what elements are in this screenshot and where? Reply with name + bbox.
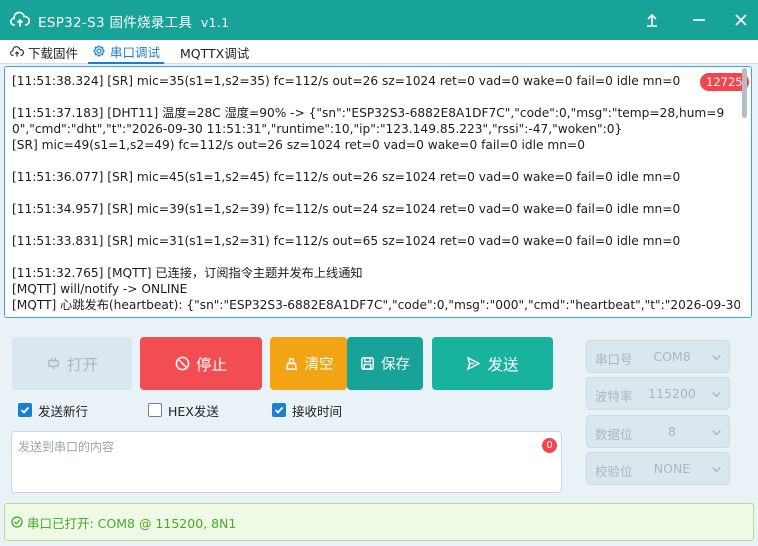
- tab-bar: 下载固件 串口调试 MQTTX调试: [0, 40, 758, 64]
- log-line: [11:51:36.077] [SR] mic=45(s1=1,s2=45) f…: [12, 170, 681, 184]
- title-bar: ESP32-S3 固件烧录工具 v1.1: [0, 0, 758, 40]
- data-bits-select[interactable]: 数据位 8: [586, 415, 730, 448]
- cloud-upload-icon: [10, 11, 30, 27]
- baud-value: 115200: [648, 386, 696, 401]
- app-version: v1.1: [200, 15, 230, 30]
- ban-icon: [175, 356, 190, 371]
- data-bits-label: 数据位: [595, 427, 633, 442]
- baud-label: 波特率: [595, 389, 633, 404]
- pin-top-button[interactable]: [638, 6, 666, 34]
- send-newline-label: 发送新行: [38, 403, 89, 419]
- send-label: 发送: [487, 355, 519, 374]
- tab-label: 下载固件: [28, 45, 79, 61]
- save-label: 保存: [381, 357, 410, 373]
- port-label: 串口号: [595, 352, 633, 367]
- send-button[interactable]: 发送: [432, 337, 553, 390]
- broom-icon: [285, 358, 297, 370]
- hex-send-label: HEX发送: [168, 403, 219, 419]
- save-icon: [361, 357, 374, 370]
- log-lines: [11:51:38.324] [SR] mic=35(s1=1,s2=35) f…: [12, 73, 740, 313]
- checkbox-unchecked-icon: [148, 403, 162, 417]
- checkbox-checked-icon: [18, 403, 32, 417]
- send-input-placeholder: 发送到串口的内容: [18, 440, 115, 454]
- parity-value: NONE: [653, 461, 691, 476]
- baud-rate-select[interactable]: 波特率 115200: [586, 377, 730, 410]
- log-line: [11:51:33.831] [SR] mic=31(s1=1,s2=31) f…: [12, 234, 681, 248]
- save-button[interactable]: 保存: [347, 337, 423, 390]
- log-line: [11:51:32.765] [MQTT] 已连接，订阅指令主题并发布上线通知: [12, 266, 363, 280]
- chevron-down-icon: [712, 430, 721, 436]
- send-count-badge: 0: [542, 438, 557, 453]
- data-bits-value: 8: [668, 424, 676, 439]
- port-select[interactable]: 串口号 COM8: [586, 340, 730, 373]
- open-label: 打开: [66, 355, 98, 374]
- serial-log[interactable]: [11:51:38.324] [SR] mic=35(s1=1,s2=35) f…: [4, 66, 752, 318]
- arrow-up-icon: [647, 13, 657, 27]
- tab-mqttx-debug[interactable]: MQTTX调试: [180, 40, 249, 64]
- log-line: [MQTT] 心跳发布(heartbeat): {"sn":"ESP32S3-6…: [12, 298, 740, 312]
- hex-send-checkbox[interactable]: HEX发送: [148, 401, 219, 419]
- send-icon: [467, 356, 482, 371]
- tab-label: 串口调试: [110, 44, 161, 60]
- tab-serial-debug[interactable]: 串口调试: [88, 40, 165, 64]
- gear-icon: [93, 45, 105, 57]
- receive-time-label: 接收时间: [292, 403, 343, 419]
- clear-button[interactable]: 清空: [270, 337, 347, 390]
- log-scrollbar[interactable]: [742, 68, 747, 118]
- close-icon: [735, 14, 747, 26]
- tab-label: MQTTX调试: [180, 45, 250, 61]
- port-value: COM8: [653, 349, 691, 364]
- send-newline-checkbox[interactable]: 发送新行: [18, 401, 88, 419]
- log-line: [SR] mic=49(s1=1,s2=49) fc=112/s out=26 …: [12, 138, 585, 152]
- status-text: 串口已打开: COM8 @ 115200, 8N1: [27, 515, 237, 531]
- stop-label: 停止: [195, 355, 227, 374]
- open-button[interactable]: 打开: [12, 337, 132, 390]
- cloud-upload-icon: [10, 46, 24, 57]
- parity-select[interactable]: 校验位 NONE: [586, 452, 730, 485]
- stop-button[interactable]: 停止: [140, 337, 262, 390]
- checkbox-checked-icon: [272, 403, 286, 417]
- check-circle-icon: [11, 516, 23, 528]
- clear-label: 清空: [304, 357, 334, 373]
- log-line: [11:51:34.957] [SR] mic=39(s1=1,s2=39) f…: [12, 202, 681, 216]
- receive-time-checkbox[interactable]: 接收时间: [272, 401, 342, 419]
- chevron-down-icon: [712, 392, 721, 398]
- chevron-down-icon: [712, 467, 721, 473]
- tab-download-firmware[interactable]: 下载固件: [10, 40, 78, 64]
- log-line: [11:51:37.183] [DHT11] 温度=28C 湿度=90% -> …: [12, 106, 725, 136]
- close-button[interactable]: [727, 6, 755, 34]
- send-input[interactable]: 发送到串口的内容 0: [11, 431, 562, 493]
- parity-label: 校验位: [595, 464, 633, 479]
- chevron-down-icon: [712, 355, 721, 361]
- minimize-icon: [693, 19, 705, 21]
- app-name: ESP32-S3 固件烧录工具: [38, 15, 193, 31]
- log-line: [MQTT] will/notify -> ONLINE: [12, 282, 188, 296]
- status-bar: 串口已打开: COM8 @ 115200, 8N1: [4, 503, 754, 541]
- window-title: ESP32-S3 固件烧录工具 v1.1: [38, 11, 229, 31]
- log-line: [11:51:38.324] [SR] mic=35(s1=1,s2=35) f…: [12, 74, 681, 88]
- minimize-button[interactable]: [685, 6, 713, 34]
- plug-icon: [48, 357, 59, 370]
